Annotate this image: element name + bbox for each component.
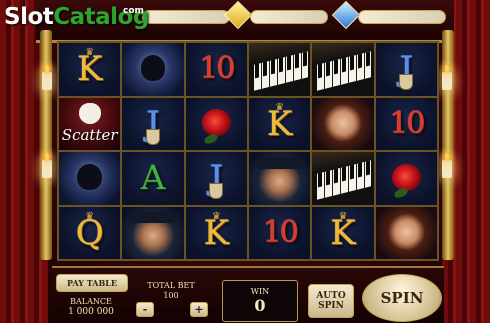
total-bet-label: TOTAL BET	[147, 281, 195, 290]
masked-phantom-icon	[122, 43, 184, 96]
symbol-10: 10	[375, 97, 437, 150]
reel-1: K ♛ Scatter Q ♛	[59, 43, 121, 259]
crown-icon: ♛	[85, 47, 95, 58]
leaf-icon	[203, 132, 220, 146]
woman-portrait-icon	[375, 206, 437, 259]
reel-3: 10 J K ♛	[185, 43, 247, 259]
win-display: WIN 0	[222, 280, 298, 322]
hat-icon	[130, 211, 176, 224]
balance-value: 1 000 000	[68, 307, 114, 317]
symbol-k: K ♛	[185, 206, 247, 259]
symbol-k: K ♛	[312, 206, 374, 259]
candle-icon	[42, 153, 52, 178]
crown-icon: ♛	[85, 210, 95, 222]
crown-icon: ♛	[275, 101, 285, 113]
total-bet-value: 100	[163, 291, 179, 300]
reel-4: K ♛ 10	[248, 43, 311, 259]
scatter-label: Scatter	[61, 126, 118, 144]
slot-game-stage: SlotCatalog com K ♛ Scatter Q ♛ J A 10 J K ♛ K ♛ 10 K ♛…	[0, 0, 490, 323]
shield-icon	[145, 128, 160, 145]
auto-spin-line1: AUTO	[316, 291, 346, 301]
symbol-text: A	[140, 158, 166, 199]
symbol-k: K ♛	[248, 97, 311, 150]
crown-icon: ♛	[338, 210, 348, 222]
symbol-j: J	[185, 152, 247, 205]
shield-icon	[209, 183, 224, 199]
candle-icon	[442, 65, 452, 90]
logo-suffix: com	[123, 6, 144, 16]
logo-part1: Slot	[4, 4, 54, 30]
auto-spin-line2: SPIN	[318, 301, 344, 311]
reel-2: JA	[122, 43, 184, 259]
auto-spin-button[interactable]: AUTO SPIN	[308, 284, 354, 318]
red-rose-icon	[375, 152, 437, 205]
bet-decrease-button[interactable]: -	[136, 302, 154, 317]
jackpot-meter-middle	[250, 10, 328, 24]
hat-icon	[257, 157, 302, 169]
silhouette-icon	[140, 54, 166, 81]
symbol-10: 10	[185, 43, 247, 96]
piano-keys-icon	[248, 43, 311, 96]
masked-man-icon	[122, 206, 184, 259]
silhouette-icon	[77, 163, 102, 190]
symbol-q: Q ♛	[59, 206, 121, 259]
win-label: WIN	[250, 287, 270, 296]
piano-keys-icon	[312, 152, 374, 205]
control-panel: PAY TABLE BALANCE 1 000 000 TOTAL BET 10…	[52, 266, 444, 323]
jackpot-meter-left	[142, 10, 230, 24]
spin-button[interactable]: SPIN	[362, 274, 442, 322]
phantom-mask-icon	[78, 102, 101, 124]
woman-portrait-icon	[312, 97, 374, 150]
candle-icon	[442, 153, 452, 178]
reels-grid: K ♛ Scatter Q ♛ J A 10 J K ♛ K ♛ 10 K ♛ J 10	[57, 41, 439, 261]
red-rose-icon	[185, 97, 247, 150]
bet-increase-button[interactable]: +	[190, 302, 208, 317]
rose-bloom-icon	[391, 163, 422, 191]
symbol-text: 10	[262, 214, 299, 250]
symbol-k: K ♛	[59, 43, 121, 96]
crown-icon: ♛	[211, 210, 221, 222]
win-value: 0	[254, 296, 266, 315]
rose-bloom-icon	[201, 109, 232, 137]
masked-man-icon	[248, 152, 311, 205]
scatter-symbol: Scatter	[59, 97, 121, 150]
symbol-10: 10	[248, 206, 311, 259]
symbol-text: 10	[389, 105, 425, 141]
balance-label: BALANCE	[70, 297, 112, 306]
candle-icon	[42, 65, 52, 90]
symbol-text: 10	[199, 51, 235, 87]
jackpot-meter-right	[358, 10, 446, 24]
reel-6: J 10	[375, 43, 437, 259]
masked-phantom-icon	[59, 152, 121, 205]
reel-5: K ♛	[312, 43, 374, 259]
symbol-j: J	[122, 97, 184, 150]
symbol-j: J	[375, 43, 437, 96]
pay-table-button[interactable]: PAY TABLE	[56, 274, 128, 292]
leaf-icon	[393, 186, 410, 200]
piano-keys-icon	[312, 43, 374, 96]
symbol-a: A	[122, 152, 184, 205]
shield-icon	[399, 74, 414, 90]
